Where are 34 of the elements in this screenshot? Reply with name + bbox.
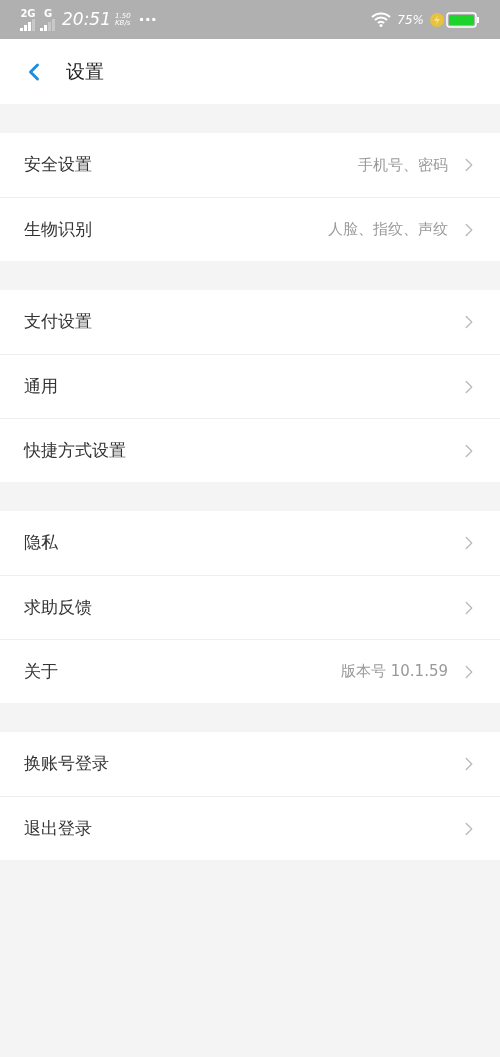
- settings-row[interactable]: 快捷方式设置: [0, 418, 500, 482]
- row-label: 换账号登录: [24, 752, 109, 776]
- more-indicator: ···: [138, 8, 157, 31]
- row-label: 安全设置: [24, 153, 92, 177]
- network-label: 2G: [20, 8, 36, 19]
- settings-row[interactable]: 关于 版本号 10.1.59: [0, 639, 500, 703]
- battery-percent: 75%: [397, 11, 424, 29]
- settings-row[interactable]: 求助反馈: [0, 575, 500, 639]
- charging-icon: [430, 12, 444, 27]
- row-label: 支付设置: [24, 310, 92, 334]
- row-label: 关于: [24, 659, 58, 683]
- clock-time: 20:51: [62, 7, 111, 31]
- settings-row[interactable]: 通用: [0, 354, 500, 418]
- row-value: 版本号 10.1.59: [340, 661, 448, 683]
- settings-row[interactable]: 隐私: [0, 511, 500, 575]
- row-value: 手机号、密码: [358, 154, 448, 176]
- row-label: 退出登录: [24, 816, 92, 840]
- row-label: 求助反馈: [24, 595, 92, 619]
- signal-icon: [20, 18, 36, 31]
- settings-row[interactable]: 换账号登录: [0, 732, 500, 796]
- network-label: G: [43, 8, 53, 19]
- row-value: 人脸、指纹、声纹: [328, 219, 448, 241]
- row-label: 快捷方式设置: [24, 438, 126, 462]
- row-label: 隐私: [24, 531, 58, 555]
- settings-row[interactable]: 安全设置 手机号、密码: [0, 133, 500, 197]
- wifi-icon: [371, 12, 392, 27]
- signal-icon: [40, 18, 56, 31]
- settings-row[interactable]: 支付设置: [0, 290, 500, 354]
- page-title: 设置: [66, 59, 104, 85]
- settings-row[interactable]: 生物识别 人脸、指纹、声纹: [0, 197, 500, 261]
- battery-icon: [446, 11, 480, 28]
- settings-row[interactable]: 退出登录: [0, 796, 500, 860]
- row-label: 通用: [24, 374, 58, 398]
- row-label: 生物识别: [24, 217, 92, 241]
